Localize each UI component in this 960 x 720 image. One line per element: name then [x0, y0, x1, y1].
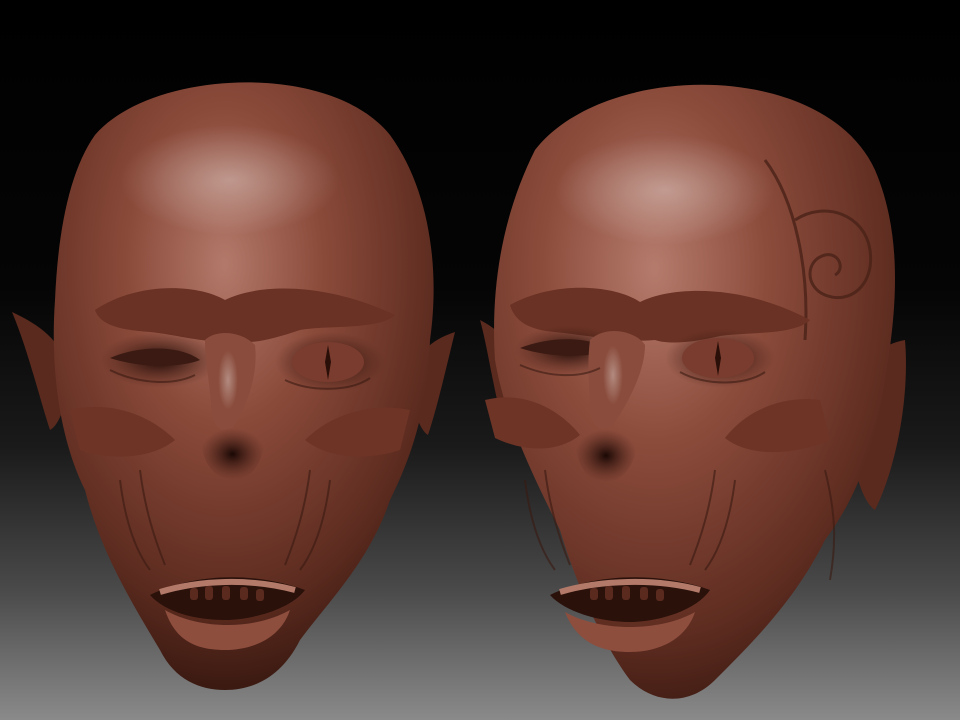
head-three-quarter-shape [480, 84, 906, 699]
sculpted-head-front-image [12, 82, 455, 690]
render-viewport [0, 0, 960, 720]
sculpted-head-three-quarter-image [480, 84, 906, 699]
head-front-shape [12, 82, 455, 690]
